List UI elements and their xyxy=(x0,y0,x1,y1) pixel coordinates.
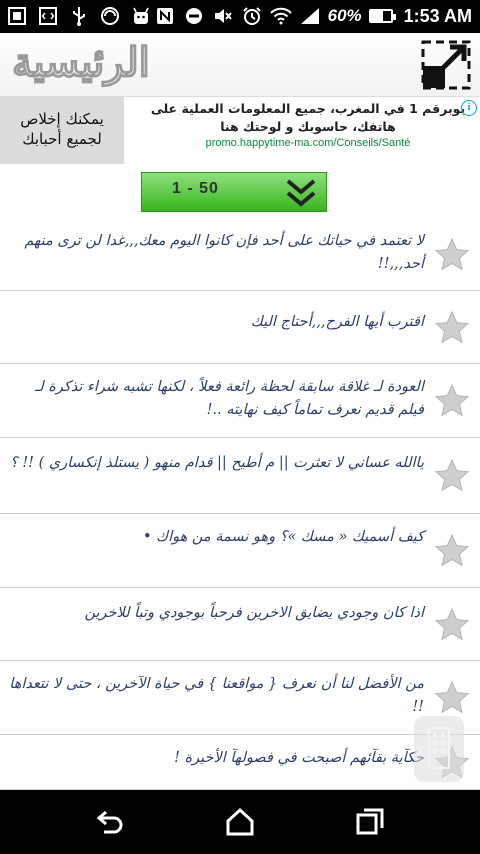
android-icon xyxy=(130,5,152,27)
signal-icon xyxy=(299,5,321,27)
ad-info-icon[interactable]: i xyxy=(461,100,477,116)
favorite-star-icon[interactable] xyxy=(434,533,470,569)
floating-action-button[interactable] xyxy=(414,716,464,782)
battery-percent: 60% xyxy=(327,6,362,25)
ad-side-line-2: لجميع أحبابك xyxy=(22,130,102,148)
quote-text: اقترب أيها الفرح,,,أحتاج اليك xyxy=(250,314,424,330)
quote-row[interactable]: كيف أسميك « مسك »؟ وهو نسمة من هواك • xyxy=(0,514,480,588)
favorite-star-icon[interactable] xyxy=(434,458,470,494)
ad-url[interactable]: promo.happytime-ma.com/Conseils/Santé xyxy=(142,137,474,149)
quote-row[interactable]: اقترب أيها الفرح,,,أحتاج اليك xyxy=(0,291,480,364)
ad-title: بوبرقم 1 في المغرب، جميع المعلومات العمل… xyxy=(150,101,466,134)
page-range-label: 1 - 50 xyxy=(172,180,219,197)
expand-icon xyxy=(421,40,471,90)
quote-row[interactable]: العودة لـ غلاقة سابقة لحظة رائعة فعلاً ،… xyxy=(0,364,480,438)
usb-icon xyxy=(68,5,90,27)
page-title-logo: الرئيسية xyxy=(11,38,150,87)
app-header: الرئيسية xyxy=(0,33,480,97)
ad-side-line-1: يمكنك إخلاص xyxy=(20,110,104,128)
quote-text: لا تعتمد في حياتك على أحد فإن كانوا اليو… xyxy=(24,233,424,272)
quote-text: كيف أسميك « مسك »؟ وهو نسمة من هواك • xyxy=(142,529,424,545)
code-icon xyxy=(37,5,59,27)
double-chevron-down-icon xyxy=(286,179,316,207)
recents-icon[interactable] xyxy=(354,806,386,838)
do-not-disturb-icon xyxy=(183,5,205,27)
quote-row[interactable]: لا تعتمد في حياتك على أحد فإن كانوا اليو… xyxy=(0,218,480,291)
home-icon[interactable] xyxy=(224,806,256,838)
quote-text: ياالله عساني لا تعثرت || م أطيح || قدام … xyxy=(10,455,424,471)
picture-icon xyxy=(6,5,28,27)
favorite-star-icon[interactable] xyxy=(434,680,470,716)
favorite-star-icon[interactable] xyxy=(434,607,470,643)
battery-icon xyxy=(368,9,396,23)
clock: 1:53 AM xyxy=(403,5,472,26)
quote-text: العودة لـ غلاقة سابقة لحظة رائعة فعلاً ،… xyxy=(35,379,424,418)
battery-fill xyxy=(370,11,383,21)
quote-row[interactable]: اذا كان وجودي يضايق الاخرين فرحباً بوجود… xyxy=(0,588,480,661)
status-bar: 60% 1:53 AM xyxy=(0,0,480,33)
expand-button[interactable] xyxy=(420,39,472,91)
building-icon xyxy=(428,727,450,769)
wifi-icon xyxy=(269,5,292,27)
quote-text: اذا كان وجودي يضايق الاخرين فرحباً بوجود… xyxy=(84,605,424,621)
favorite-star-icon[interactable] xyxy=(434,237,470,273)
sync-icon xyxy=(99,5,121,27)
quote-row[interactable]: حكآية بقآئهم أصبحت في فصولهآ الأخيرة ! xyxy=(0,735,480,790)
favorite-star-icon[interactable] xyxy=(434,383,470,419)
mute-icon xyxy=(212,5,234,27)
favorite-star-icon[interactable] xyxy=(434,310,470,346)
ad-side-text[interactable]: يمكنك إخلاص لجميع أحبابك xyxy=(0,97,124,164)
quote-text: من الأفضل لنا أن نعرف { مواقعنا } في حيا… xyxy=(9,676,424,715)
quote-text: حكآية بقآئهم أصبحت في فصولهآ الأخيرة ! xyxy=(174,750,424,766)
ad-content[interactable]: بوبرقم 1 في المغرب، جميع المعلومات العمل… xyxy=(124,97,480,164)
nfc-icon xyxy=(154,5,176,27)
ad-banner[interactable]: يمكنك إخلاص لجميع أحبابك بوبرقم 1 في الم… xyxy=(0,97,480,164)
back-icon[interactable] xyxy=(94,806,126,838)
alarm-icon xyxy=(241,5,263,27)
page-range-selector[interactable]: 1 - 50 xyxy=(141,172,327,212)
quote-row[interactable]: ياالله عساني لا تعثرت || م أطيح || قدام … xyxy=(0,438,480,514)
system-nav-bar xyxy=(0,790,480,854)
quote-row[interactable]: من الأفضل لنا أن نعرف { مواقعنا } في حيا… xyxy=(0,661,480,735)
